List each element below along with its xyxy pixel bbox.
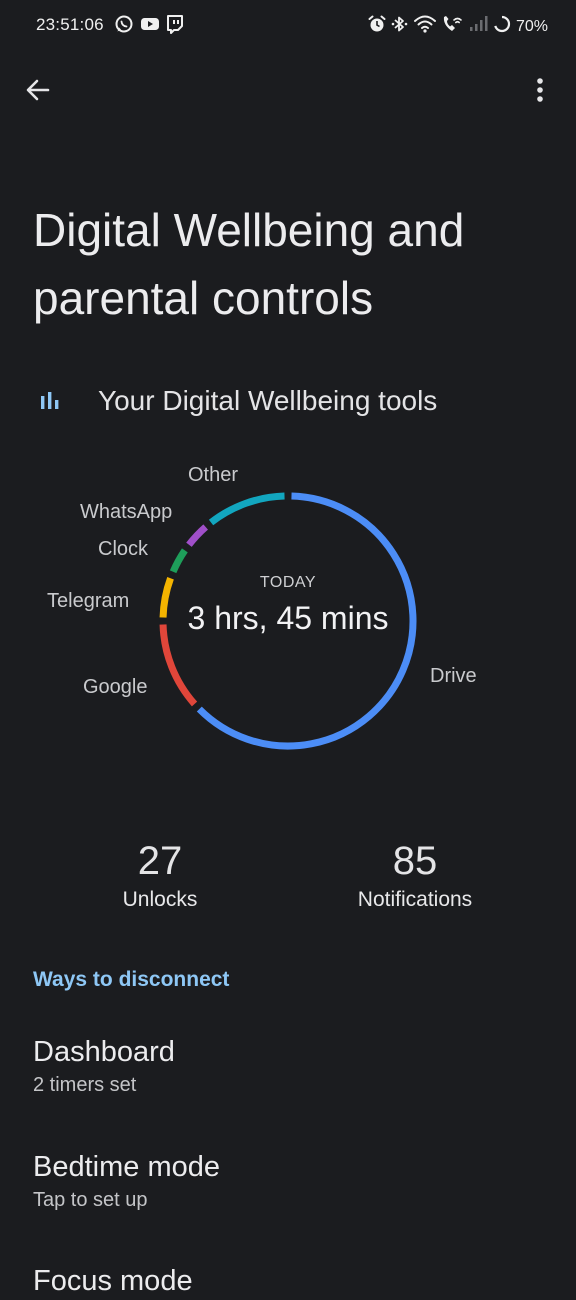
ring-segment-clock — [169, 548, 188, 574]
notifications-label: Notifications — [357, 888, 473, 911]
twitch-icon — [166, 14, 184, 39]
ways-to-disconnect-header: Ways to disconnect — [33, 968, 230, 991]
unlocks-value: 27 — [137, 839, 183, 883]
more-vert-icon — [537, 78, 543, 102]
bedtime-mode-subtitle: Tap to set up — [33, 1189, 148, 1211]
bar-chart-icon — [36, 387, 64, 415]
usage-caption: TODAY — [259, 574, 317, 591]
focus-mode-title: Focus mode — [33, 1265, 193, 1297]
app-bar — [0, 62, 576, 118]
youtube-icon — [140, 14, 160, 39]
ring-label-drive: Drive — [430, 665, 477, 687]
notification-icons — [114, 14, 184, 39]
wellbeing-tools-header[interactable]: Your Digital Wellbeing tools — [36, 378, 556, 424]
dashboard-subtitle: 2 timers set — [33, 1074, 137, 1096]
wifi-calling-icon — [441, 14, 463, 39]
back-button[interactable] — [18, 70, 58, 110]
ring-label-whatsapp: WhatsApp — [80, 501, 173, 523]
notifications-stat: 85 Notifications — [315, 836, 515, 912]
notifications-value: 85 — [392, 839, 438, 883]
battery-percent: 70% — [515, 17, 548, 35]
page-title: Digital Wellbeing and parental controls — [33, 204, 465, 324]
unlocks-stat: 27 Unlocks — [60, 836, 260, 912]
ring-segment-whatsapp — [186, 524, 209, 547]
arrow-back-icon — [26, 79, 50, 101]
ring-label-other: Other — [188, 464, 239, 486]
ring-segment-other — [208, 492, 285, 526]
bedtime-mode-item[interactable]: Bedtime mode Tap to set up — [33, 1148, 543, 1214]
system-status-icons: 70% — [368, 14, 548, 39]
whatsapp-icon — [114, 14, 134, 39]
status-bar: 23:51:06 70% — [0, 0, 576, 52]
ring-label-clock: Clock — [98, 538, 149, 560]
alarm-icon — [368, 14, 386, 39]
bluetooth-icon — [391, 14, 409, 39]
focus-mode-item[interactable]: Focus mode — [33, 1262, 543, 1300]
ring-label-telegram: Telegram — [47, 590, 130, 612]
battery-ring-icon — [493, 14, 511, 39]
signal-icon — [468, 14, 488, 39]
dashboard-title: Dashboard — [33, 1036, 175, 1068]
usage-ring-chart[interactable]: Drive Google Telegram Clock WhatsApp Oth… — [0, 440, 576, 770]
wifi-icon — [413, 14, 436, 39]
dashboard-item[interactable]: Dashboard 2 timers set — [33, 1033, 543, 1099]
more-options-button[interactable] — [520, 70, 560, 110]
wellbeing-tools-title: Your Digital Wellbeing tools — [98, 385, 438, 416]
ring-label-google: Google — [83, 676, 148, 698]
status-time: 23:51:06 — [36, 15, 104, 34]
bedtime-mode-title: Bedtime mode — [33, 1151, 220, 1183]
unlocks-label: Unlocks — [122, 888, 198, 911]
usage-total: 3 hrs, 45 mins — [187, 600, 389, 636]
